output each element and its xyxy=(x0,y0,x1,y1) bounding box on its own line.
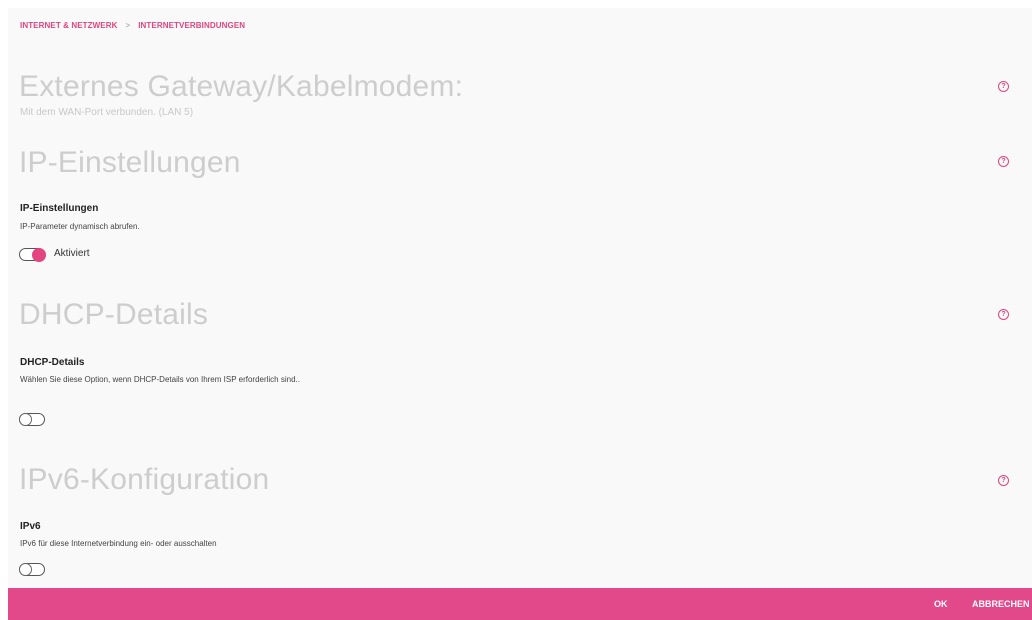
ip-settings-label: IP-Einstellungen xyxy=(20,203,99,214)
dhcp-details-toggle[interactable] xyxy=(19,413,45,426)
ip-section-title: IP-Einstellungen xyxy=(19,146,241,179)
ipv6-help-icon[interactable]: ? xyxy=(998,475,1009,486)
ip-dynamic-toggle[interactable] xyxy=(19,247,46,262)
ip-toggle-status-text: Aktiviert xyxy=(54,248,90,259)
ip-settings-description: IP-Parameter dynamisch abrufen. xyxy=(20,222,140,231)
cancel-button[interactable]: ABBRECHEN xyxy=(972,599,1030,609)
dhcp-details-description: Wählen Sie diese Option, wenn DHCP-Detai… xyxy=(20,375,300,384)
dhcp-details-label: DHCP-Details xyxy=(20,357,85,368)
gateway-help-icon[interactable]: ? xyxy=(998,81,1009,92)
breadcrumb: INTERNET & NETZWERK > INTERNETVERBINDUNG… xyxy=(20,21,245,30)
dhcp-help-icon[interactable]: ? xyxy=(998,309,1009,320)
gateway-section-subtitle: Mit dem WAN-Port verbunden. (LAN 5) xyxy=(20,107,194,118)
content-panel: INTERNET & NETZWERK > INTERNETVERBINDUNG… xyxy=(8,8,1032,588)
ipv6-section-title: IPv6-Konfiguration xyxy=(19,463,270,496)
toggle-knob xyxy=(32,247,46,262)
ok-button[interactable]: OK xyxy=(934,599,948,609)
dhcp-section-title: DHCP-Details xyxy=(19,298,209,331)
breadcrumb-separator: > xyxy=(125,21,131,30)
ipv6-label: IPv6 xyxy=(20,521,41,532)
breadcrumb-item-internet-netzwerk[interactable]: INTERNET & NETZWERK xyxy=(20,21,117,30)
ip-help-icon[interactable]: ? xyxy=(998,156,1009,167)
breadcrumb-item-internetverbindungen[interactable]: INTERNETVERBINDUNGEN xyxy=(138,21,245,30)
ipv6-toggle[interactable] xyxy=(19,563,45,576)
gateway-section-title: Externes Gateway/Kabelmodem: xyxy=(19,70,464,103)
ipv6-description: IPv6 für diese Internetverbindung ein- o… xyxy=(20,539,217,548)
toggle-knob xyxy=(19,563,32,576)
action-bar: OK ABBRECHEN xyxy=(8,588,1032,620)
toggle-knob xyxy=(19,413,32,426)
